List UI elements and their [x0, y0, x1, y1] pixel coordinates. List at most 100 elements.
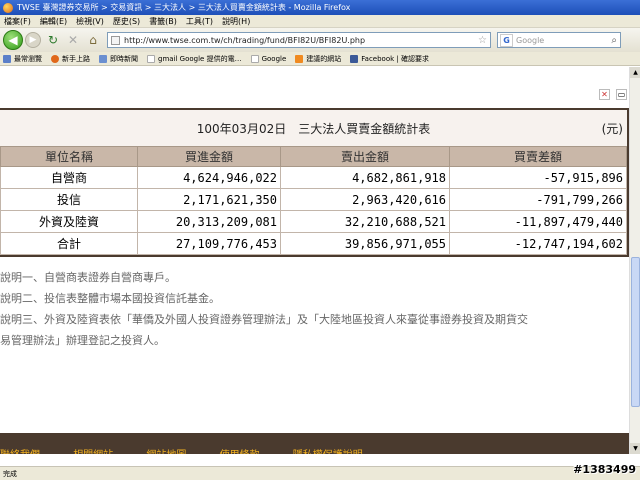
bookmark-item[interactable]: gmail Google 提供的電… — [147, 54, 242, 64]
cell-sell: 32,210,688,521 — [280, 210, 450, 233]
bookmark-label: gmail Google 提供的電… — [158, 54, 242, 63]
menu-edit[interactable]: 編輯(E) — [40, 16, 67, 27]
bookmark-label: Facebook | 確認要求 — [361, 54, 429, 63]
forward-button[interactable]: ▶ — [25, 32, 41, 48]
col-header: 買賣差額 — [449, 146, 627, 167]
cell-sell: 2,963,420,616 — [280, 188, 450, 211]
status-text: 完成 — [3, 469, 17, 478]
bookmark-item[interactable]: 建議的網站 — [295, 54, 341, 64]
table-header-row: 單位名稱 買進金額 賣出金額 買賣差額 — [0, 146, 627, 167]
rss-icon — [99, 54, 107, 63]
page-icon — [147, 54, 155, 63]
cell-sell: 4,682,861,918 — [280, 166, 450, 189]
cell-diff: -11,897,479,440 — [449, 210, 627, 233]
forward-arrow-icon: ▶ — [29, 35, 37, 45]
cell-name: 合計 — [0, 232, 138, 255]
site-favicon-icon — [111, 35, 120, 45]
bookmark-label: Google — [261, 54, 287, 63]
report-table: 單位名稱 買進金額 賣出金額 買賣差額 自營商 4,624,946,022 4,… — [0, 146, 627, 255]
content-controls: ✕ ▭ — [593, 89, 627, 100]
cell-buy: 27,109,776,453 — [137, 232, 281, 255]
table-row: 外資及陸資 20,313,209,081 32,210,688,521 -11,… — [0, 210, 627, 233]
bookmark-icon — [3, 54, 11, 63]
url-text[interactable]: http://www.twse.com.tw/ch/trading/fund/B… — [124, 36, 478, 45]
reload-icon[interactable]: ↻ — [45, 32, 61, 48]
cell-sell: 39,856,971,055 — [280, 232, 450, 255]
report-panel: 100年03月02日 三大法人買賣金額統計表 (元) 單位名稱 買進金額 賣出金… — [0, 108, 629, 257]
note-line: 說明三、外資及陸資表依「華僑及外國人投資證券管理辦法」及「大陸地區投資人來臺從事… — [0, 313, 528, 326]
bookmark-item[interactable]: Google — [250, 54, 287, 63]
bookmark-icon — [295, 54, 304, 63]
bookmark-item[interactable]: 最常瀏覽 — [3, 54, 42, 64]
window-title: TWSE 臺灣證券交易所 > 交易資訊 > 三大法人 > 三大法人買賣金額統計表… — [17, 3, 351, 12]
menu-help[interactable]: 說明(H) — [222, 16, 250, 27]
menu-tools[interactable]: 工具(T) — [186, 16, 213, 27]
col-header: 單位名稱 — [0, 146, 138, 167]
url-bar[interactable]: http://www.twse.com.tw/ch/trading/fund/B… — [107, 32, 491, 48]
table-row: 投信 2,171,621,350 2,963,420,616 -791,799,… — [0, 188, 627, 211]
home-icon[interactable]: ⌂ — [85, 32, 101, 48]
bookmarks-toolbar: 最常瀏覽 新手上路 即時新聞 gmail Google 提供的電… Google… — [0, 52, 640, 66]
bookmark-item[interactable]: 即時新聞 — [99, 54, 138, 64]
close-icon[interactable]: ✕ — [599, 89, 610, 100]
menu-view[interactable]: 檢視(V) — [76, 16, 104, 27]
note-line: 易管理辦法」辦理登記之投資人。 — [0, 334, 165, 347]
footer-link[interactable]: 網站地圖 — [146, 446, 186, 454]
bookmark-label: 即時新聞 — [110, 54, 138, 63]
cell-name: 自營商 — [0, 166, 138, 189]
status-bar: 完成 — [0, 466, 640, 480]
cell-buy: 4,624,946,022 — [137, 166, 281, 189]
bookmark-item[interactable]: Facebook | 確認要求 — [350, 54, 429, 64]
menu-bookmarks[interactable]: 書籤(B) — [149, 16, 177, 27]
google-icon — [250, 54, 259, 63]
footer-links: 聯絡我們 相關網站 網站地圖 使用條款 隱私權保護說明 — [0, 433, 629, 454]
stop-icon[interactable]: ✕ — [65, 32, 81, 48]
scroll-down-arrow-icon[interactable]: ▼ — [630, 443, 640, 454]
back-button[interactable]: ◀ — [3, 30, 23, 50]
footer-link[interactable]: 相關網站 — [73, 446, 113, 454]
menu-file[interactable]: 檔案(F) — [4, 16, 31, 27]
search-icon[interactable]: ⌕ — [611, 35, 617, 46]
scroll-up-arrow-icon[interactable]: ▲ — [630, 67, 640, 78]
cell-name: 外資及陸資 — [0, 210, 138, 233]
table-row: 自營商 4,624,946,022 4,682,861,918 -57,915,… — [0, 166, 627, 189]
bookmark-item[interactable]: 新手上路 — [51, 54, 90, 64]
note-line: 說明一、自營商表證券自營商專戶。 — [0, 271, 176, 284]
cell-name: 投信 — [0, 188, 138, 211]
menu-history[interactable]: 歷史(S) — [113, 16, 140, 27]
vertical-scrollbar[interactable]: ▲ ▼ — [629, 67, 640, 454]
col-header: 買進金額 — [137, 146, 281, 167]
cell-diff: -12,747,194,602 — [449, 232, 627, 255]
cell-buy: 20,313,209,081 — [137, 210, 281, 233]
bookmark-icon — [51, 54, 59, 63]
scroll-thumb[interactable] — [631, 257, 640, 407]
search-input[interactable]: Google — [516, 36, 544, 45]
footer-link[interactable]: 聯絡我們 — [0, 446, 40, 454]
back-arrow-icon: ◀ — [8, 33, 18, 47]
facebook-icon — [350, 54, 359, 63]
restore-icon[interactable]: ▭ — [616, 89, 627, 100]
unit-label: (元) — [601, 121, 623, 136]
report-title: 100年03月02日 三大法人買賣金額統計表 — [196, 121, 431, 136]
cell-diff: -791,799,266 — [449, 188, 627, 211]
firefox-icon — [3, 2, 13, 13]
search-bar[interactable]: G Google ⌕ — [497, 32, 621, 48]
bookmark-label: 建議的網站 — [306, 54, 342, 63]
watermark: #1383499 — [573, 463, 636, 476]
bookmark-label: 最常瀏覽 — [14, 54, 42, 63]
notes-section: 說明一、自營商表證券自營商專戶。 說明二、投信表整體市場本國投資信託基金。 說明… — [0, 267, 629, 351]
bookmark-label: 新手上路 — [62, 54, 90, 63]
footer-link[interactable]: 隱私權保護說明 — [293, 446, 363, 454]
page-content: ✕ ▭ 100年03月02日 三大法人買賣金額統計表 (元) 單位名稱 買進金額… — [0, 67, 629, 454]
table-row: 合計 27,109,776,453 39,856,971,055 -12,747… — [0, 232, 627, 255]
menu-bar: 檔案(F) 編輯(E) 檢視(V) 歷史(S) 書籤(B) 工具(T) 說明(H… — [0, 15, 640, 28]
report-title-row: 100年03月02日 三大法人買賣金額統計表 (元) — [0, 110, 627, 146]
cell-buy: 2,171,621,350 — [137, 188, 281, 211]
col-header: 賣出金額 — [280, 146, 450, 167]
bookmark-star-icon[interactable]: ☆ — [478, 35, 487, 46]
note-line: 說明二、投信表整體市場本國投資信託基金。 — [0, 292, 220, 305]
google-icon[interactable]: G — [500, 33, 513, 47]
window-title-bar: TWSE 臺灣證券交易所 > 交易資訊 > 三大法人 > 三大法人買賣金額統計表… — [0, 0, 640, 15]
footer-link[interactable]: 使用條款 — [220, 446, 260, 454]
navigation-toolbar: ◀ ▶ ↻ ✕ ⌂ http://www.twse.com.tw/ch/trad… — [0, 28, 640, 52]
